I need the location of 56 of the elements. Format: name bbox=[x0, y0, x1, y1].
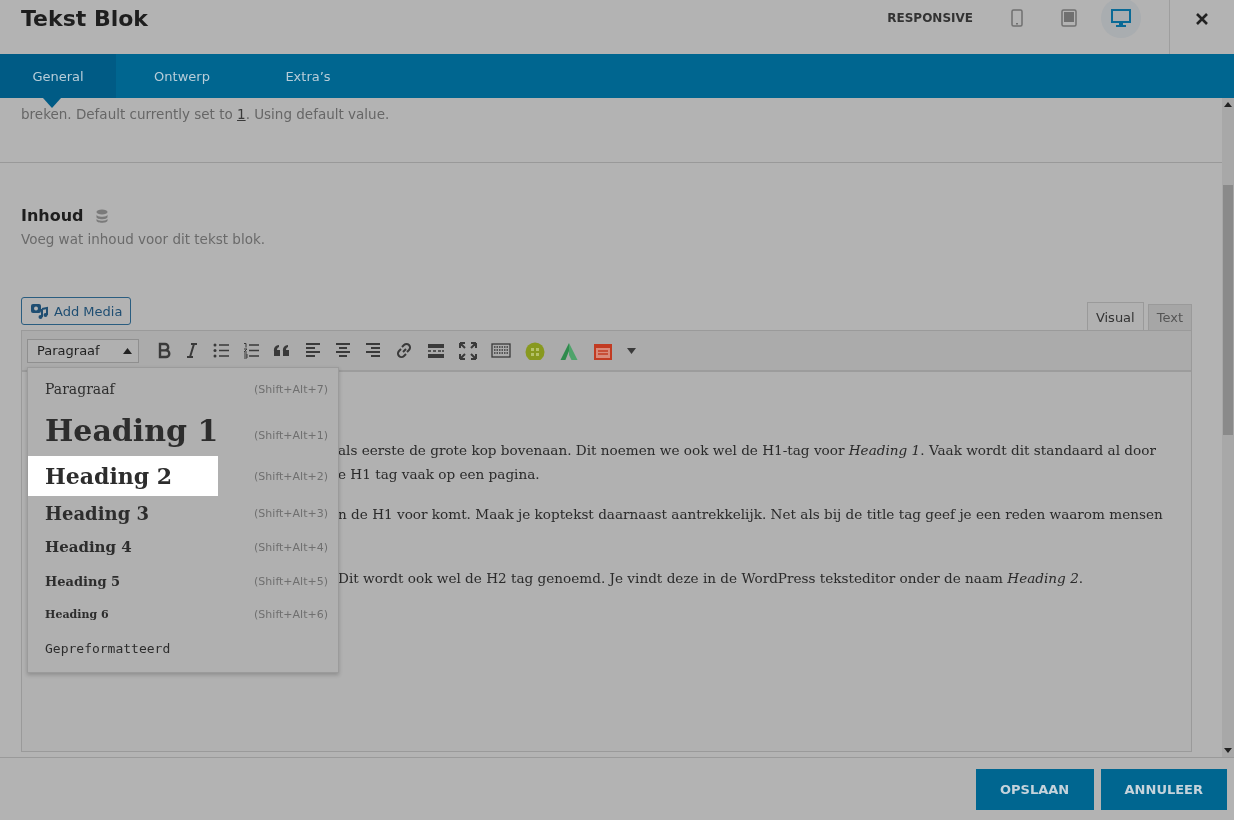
scrollbar-thumb[interactable] bbox=[1223, 185, 1233, 435]
format-menu-item[interactable]: Paragraaf (Shift+Alt+7) bbox=[28, 374, 338, 404]
caret-down-icon[interactable] bbox=[627, 347, 636, 354]
caret-up-icon bbox=[123, 347, 132, 354]
paragraph-text: Dit wordt ook wel de H2 tag genoemd. Je vindt deze in de WordPress teksteditor onder de naam Heading 2. bbox=[338, 569, 1085, 588]
keyboard-shortcut: (Shift+Alt+7) bbox=[254, 382, 328, 396]
scrollbar[interactable] bbox=[1222, 98, 1234, 757]
keyboard-shortcut: (Shift+Alt+2) bbox=[254, 469, 328, 483]
phone-icon bbox=[1011, 9, 1023, 27]
link-icon[interactable] bbox=[395, 341, 413, 360]
format-menu-item[interactable]: Heading 1 (Shift+Alt+1) bbox=[28, 404, 338, 456]
footer-button[interactable]: OPSLAAN bbox=[975, 768, 1094, 810]
keyboard-shortcut: (Shift+Alt+4) bbox=[254, 540, 328, 554]
paragraph-text: e H1 tag vaak op een pagina. bbox=[338, 465, 541, 484]
tab[interactable]: Extra’s bbox=[248, 54, 368, 98]
editor-tab[interactable]: Visual bbox=[1086, 302, 1144, 331]
responsive-label: RESPONSIVE bbox=[887, 11, 973, 25]
keyboard-shortcut: (Shift+Alt+1) bbox=[254, 428, 328, 442]
read-more-icon[interactable] bbox=[427, 341, 445, 360]
bulleted-list-icon[interactable] bbox=[213, 341, 229, 360]
value-link[interactable]: 1 bbox=[237, 106, 246, 122]
database-icon bbox=[95, 208, 108, 223]
scroll-down-arrow-icon bbox=[1224, 748, 1232, 753]
align-left-icon[interactable] bbox=[305, 341, 321, 360]
window-title: Tekst Blok bbox=[20, 5, 149, 31]
align-right-icon[interactable] bbox=[365, 341, 381, 360]
italic-icon[interactable] bbox=[185, 341, 199, 360]
tab[interactable]: Ontwerp bbox=[116, 54, 248, 98]
format-menu-item[interactable]: Heading 5 (Shift+Alt+5) bbox=[28, 564, 338, 598]
paragraph-text: n de H1 voor komt. Maak je koptekst daarnaast aantrekkelijk. Net als bij de title tag geef je een reden waarom mensen bbox=[338, 505, 1164, 524]
align-center-icon[interactable] bbox=[335, 341, 351, 360]
add-media-button[interactable]: Add Media bbox=[21, 297, 132, 325]
tab-pointer bbox=[43, 98, 61, 108]
tablet-icon bbox=[1061, 9, 1077, 27]
format-menu-item[interactable]: Heading 4 (Shift+Alt+4) bbox=[28, 530, 338, 564]
field-description: Voeg wat inhoud voor dit tekst blok. bbox=[21, 231, 267, 247]
monitor-icon bbox=[1111, 9, 1131, 27]
keyboard-shortcut: (Shift+Alt+6) bbox=[254, 607, 328, 621]
format-dropdown[interactable]: Paragraaf bbox=[27, 338, 139, 363]
format-menu-item[interactable]: Gepreformatteerd bbox=[28, 630, 338, 666]
keyboard-shortcut: (Shift+Alt+3) bbox=[254, 506, 328, 520]
field-label: Inhoud bbox=[21, 206, 84, 225]
paragraph-text: als eerste de grote kop bovenaan. Dit noemen we ook wel de H1-tag voor Heading 1. Vaak wordt dit standaard al door bbox=[338, 441, 1157, 460]
numbered-list-icon[interactable] bbox=[243, 341, 259, 360]
keyboard-shortcut: (Shift+Alt+5) bbox=[254, 574, 328, 588]
format-menu-item[interactable]: Heading 6 (Shift+Alt+6) bbox=[28, 598, 338, 630]
bold-icon[interactable] bbox=[157, 341, 171, 360]
close-icon bbox=[1195, 12, 1209, 26]
monitor-view-button[interactable] bbox=[1101, 0, 1141, 38]
media-icon bbox=[30, 303, 48, 319]
keyboard-icon[interactable] bbox=[491, 341, 511, 360]
scroll-up-arrow-icon bbox=[1224, 102, 1232, 107]
format-menu-item[interactable]: Heading 3 (Shift+Alt+3) bbox=[28, 496, 338, 530]
fullscreen-icon[interactable] bbox=[459, 341, 477, 360]
help-text: breken. Default currently set to 1. Using default value. bbox=[21, 105, 391, 124]
footer-button[interactable]: ANNULEER bbox=[1100, 768, 1227, 810]
